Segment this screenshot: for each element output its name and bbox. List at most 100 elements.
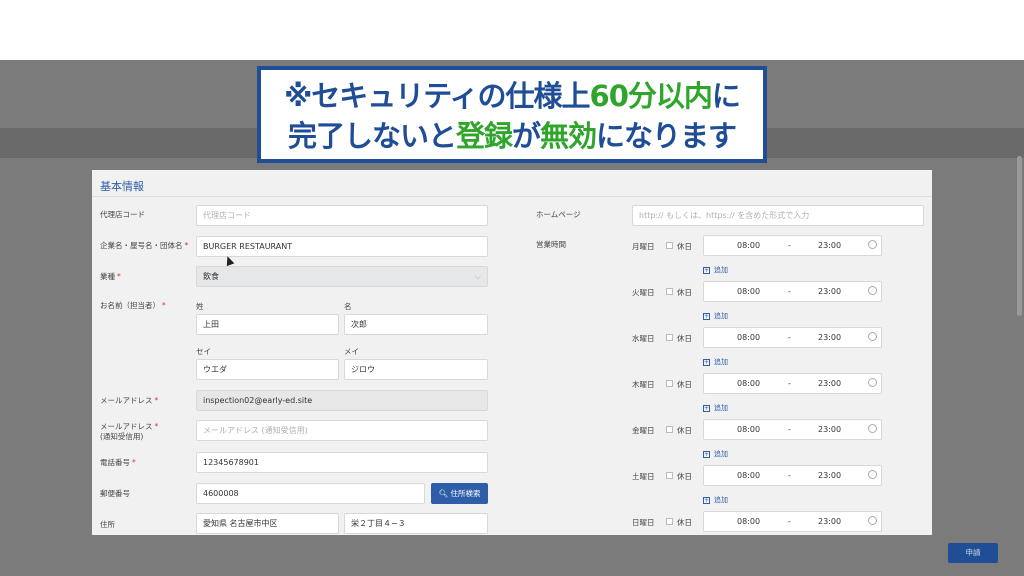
industry-label: 業種 * — [100, 272, 121, 281]
add-hours-button[interactable]: + 追加 — [703, 403, 728, 413]
time-separator: - — [788, 379, 791, 388]
day-label-thursday: 木曜日 — [632, 380, 655, 389]
close-time: 23:00 — [818, 471, 842, 480]
time-range-friday[interactable]: 08:00 - 23:00 — [703, 419, 882, 440]
postal-code-label: 郵便番号 — [100, 489, 130, 498]
open-time: 08:00 — [737, 379, 761, 388]
day-label-sunday: 日曜日 — [632, 518, 655, 527]
day-label-friday: 金曜日 — [632, 426, 655, 435]
close-time: 23:00 — [818, 333, 842, 342]
close-time: 23:00 — [818, 425, 842, 434]
day-label-wednesday: 水曜日 — [632, 334, 655, 343]
phone-field[interactable]: 12345678901 — [196, 452, 488, 473]
time-range-saturday[interactable]: 08:00 - 23:00 — [703, 465, 882, 486]
address-field-2[interactable]: 栄２丁目４−３ — [344, 513, 488, 534]
contact-name-label: お名前（担当者） * — [100, 301, 166, 310]
first-name-input[interactable]: 次郎 — [344, 314, 488, 335]
open-time: 08:00 — [737, 241, 761, 250]
address-field-1[interactable]: 愛知県 名古屋市中区 — [196, 513, 339, 534]
postal-code-field[interactable]: 4600008 — [196, 483, 425, 504]
close-time: 23:00 — [818, 287, 842, 296]
scrollbar[interactable] — [1017, 156, 1022, 316]
plus-square-icon: + — [703, 266, 710, 274]
plus-square-icon: + — [703, 358, 710, 366]
email-field[interactable]: inspection02@early-ed.site — [196, 390, 488, 411]
phone-label: 電話番号 * — [100, 458, 136, 467]
time-range-tuesday[interactable]: 08:00 - 23:00 — [703, 281, 882, 302]
open-time: 08:00 — [737, 287, 761, 296]
holiday-checkbox-saturday[interactable] — [666, 472, 673, 479]
time-separator: - — [788, 333, 791, 342]
open-time: 08:00 — [737, 517, 761, 526]
holiday-checkbox-sunday[interactable] — [666, 518, 673, 525]
address-search-button[interactable]: 🔍︎ 住所検索 — [431, 483, 488, 504]
holiday-label: 休日 — [677, 426, 692, 435]
holiday-checkbox-tuesday[interactable] — [666, 288, 673, 295]
first-kana-label: メイ — [344, 347, 359, 356]
notice-line-1: ※セキュリティの仕様上60分以内に — [261, 76, 763, 116]
agency-code-input[interactable]: 代理店コード — [196, 205, 488, 226]
add-hours-button[interactable]: + 追加 — [703, 265, 728, 275]
company-name-input[interactable]: BURGER RESTAURANT — [196, 236, 488, 257]
add-hours-button[interactable]: + 追加 — [703, 495, 728, 505]
day-label-saturday: 土曜日 — [632, 472, 655, 481]
holiday-checkbox-friday[interactable] — [666, 426, 673, 433]
homepage-label: ホームページ — [536, 210, 581, 219]
clock-icon — [868, 332, 877, 341]
day-label-tuesday: 火曜日 — [632, 288, 655, 297]
notify-email-label: メールアドレス * — [100, 422, 159, 431]
time-separator: - — [788, 517, 791, 526]
first-kana-input[interactable]: ジロウ — [344, 359, 488, 380]
basic-info-panel: 基本情報 代理店コード 代理店コード 企業名・屋号名・団体名 * BURGER R… — [92, 170, 932, 535]
first-name-label: 名 — [344, 302, 352, 311]
holiday-label: 休日 — [677, 242, 692, 251]
notice-highlight: 60分以内 — [589, 79, 713, 113]
chevron-down-icon: ⌵ — [474, 272, 481, 281]
address-label: 住所 — [100, 520, 115, 529]
plus-square-icon: + — [703, 450, 710, 458]
plus-square-icon: + — [703, 404, 710, 412]
holiday-checkbox-thursday[interactable] — [666, 380, 673, 387]
clock-icon — [868, 424, 877, 433]
open-time: 08:00 — [737, 425, 761, 434]
notify-email-sublabel: (通知受信用) — [100, 432, 144, 441]
industry-select[interactable]: 飲食 ⌵ — [196, 266, 488, 287]
last-name-input[interactable]: 上田 — [196, 314, 339, 335]
plus-square-icon: + — [703, 496, 710, 504]
search-icon: 🔍︎ — [438, 489, 449, 498]
time-range-wednesday[interactable]: 08:00 - 23:00 — [703, 327, 882, 348]
address-search-label: 住所検索 — [450, 489, 481, 498]
apply-button[interactable]: 申請 — [948, 543, 998, 563]
add-hours-button[interactable]: + 追加 — [703, 311, 728, 321]
top-white-bar — [0, 0, 1024, 60]
close-time: 23:00 — [818, 379, 842, 388]
clock-icon — [868, 470, 877, 479]
holiday-label: 休日 — [677, 288, 692, 297]
notice-highlight: 無効 — [540, 119, 597, 153]
notify-email-field[interactable]: メールアドレス (通知受信用) — [196, 420, 488, 441]
business-hours-label: 営業時間 — [536, 240, 566, 249]
time-range-thursday[interactable]: 08:00 - 23:00 — [703, 373, 882, 394]
last-kana-input[interactable]: ウエダ — [196, 359, 339, 380]
company-name-label: 企業名・屋号名・団体名 * — [100, 241, 189, 250]
add-hours-button[interactable]: + 追加 — [703, 357, 728, 367]
time-separator: - — [788, 425, 791, 434]
section-title: 基本情報 — [100, 180, 144, 193]
holiday-checkbox-monday[interactable] — [666, 242, 673, 249]
holiday-label: 休日 — [677, 472, 692, 481]
notice-banner: ※セキュリティの仕様上60分以内に 完了しないと登録が無効になります — [257, 66, 767, 163]
time-range-monday[interactable]: 08:00 - 23:00 — [703, 235, 882, 256]
close-time: 23:00 — [818, 517, 842, 526]
open-time: 08:00 — [737, 333, 761, 342]
clock-icon — [868, 286, 877, 295]
holiday-checkbox-wednesday[interactable] — [666, 334, 673, 341]
notice-text: が — [511, 119, 541, 153]
homepage-field[interactable]: http:// もしくは、https:// を含めた形式で入力 — [632, 205, 924, 226]
section-divider — [92, 196, 932, 197]
add-hours-button[interactable]: + 追加 — [703, 449, 728, 459]
notice-text: ※セキュリティの仕様上 — [284, 79, 590, 113]
plus-square-icon: + — [703, 312, 710, 320]
industry-value: 飲食 — [203, 272, 219, 281]
last-kana-label: セイ — [196, 347, 211, 356]
time-range-sunday[interactable]: 08:00 - 23:00 — [703, 511, 882, 532]
